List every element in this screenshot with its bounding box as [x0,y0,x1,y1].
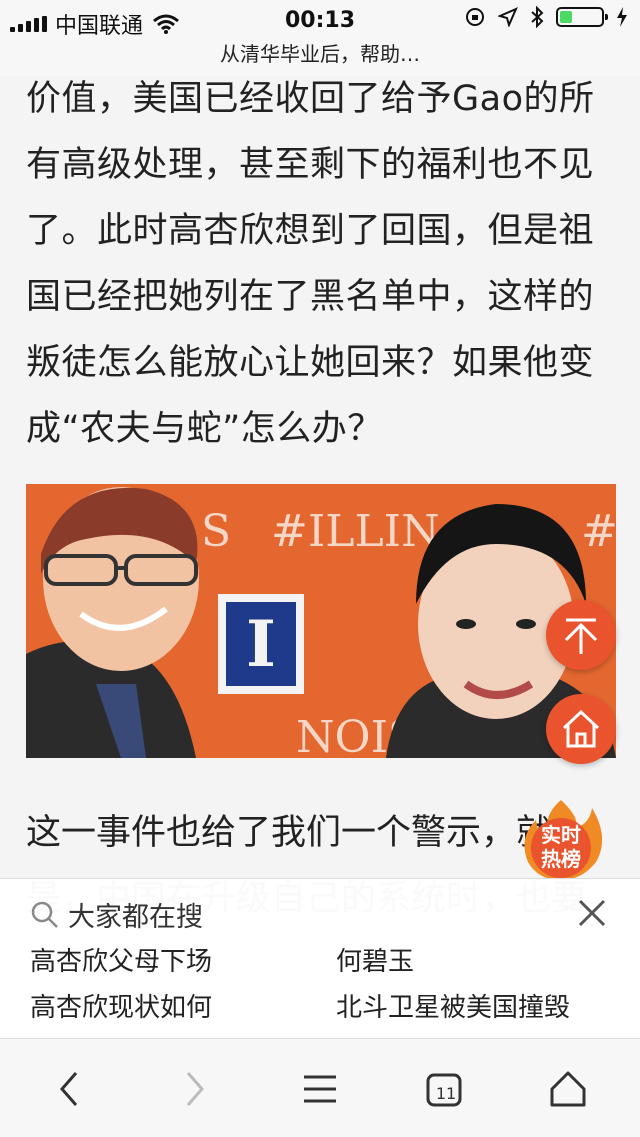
battery-icon [556,7,608,27]
paragraph-line: 叛徒怎么能放心让她回来？如果他变 [26,343,595,383]
paragraph-line: 有高级处理，甚至剩下的福利也不见 [26,145,595,185]
tabs-button[interactable]: 11 [422,1067,466,1111]
search-suggestion[interactable]: 高杏欣父母下场 [30,941,212,978]
location-icon [498,7,518,27]
flame-icon: 实时 热榜 [524,800,603,880]
logo-letter: I [246,607,276,682]
article-body: 价值，美国已经收回了给予Gao的所 有高级处理，甚至剩下的福利也不见 了。此时高… [26,66,616,462]
back-button[interactable] [48,1067,92,1111]
home-button[interactable] [546,694,616,764]
forward-button[interactable] [172,1067,216,1111]
hot-badge-line1: 实时 [541,823,581,847]
paragraph-line: 成“农夫与蛇”怎么办？ [26,409,383,449]
search-suggestion[interactable]: 何碧玉 [336,941,414,978]
photo-illustration: S #ILLIN #I I NOIS [26,484,616,758]
tabs-icon: 11 [426,1073,462,1107]
status-right [464,6,628,28]
home-nav-button[interactable] [546,1067,590,1111]
menu-icon [304,1075,336,1103]
paragraph-line: 了。此时高杏欣想到了回国，但是祖 [26,211,595,251]
paragraph-line: 价值，美国已经收回了给予Gao的所 [26,79,595,119]
home-icon [562,709,600,748]
hot-badge-line2: 热榜 [541,847,581,871]
status-bar: 中国联通 00:13 [0,0,640,40]
battery-level [560,11,572,23]
paragraph-line: 这一事件也给了我们一个警示， [26,813,517,853]
close-button[interactable] [574,895,610,931]
orientation-lock-icon [466,8,484,26]
search-heading[interactable]: 大家都在搜 [30,895,203,934]
search-heading-label: 大家都在搜 [68,902,203,933]
search-icon [31,901,58,928]
banner-text-left: S [201,506,231,557]
realtime-hot-list-badge[interactable]: 实时 热榜 [520,798,603,880]
bluetooth-icon [531,6,544,28]
search-suggestion[interactable]: 北斗卫星被美国撞毁 [336,987,570,1024]
arrow-up-icon [564,618,598,654]
browser-toolbar: 11 [0,1038,640,1137]
tabs-count: 11 [436,1084,456,1103]
article-photo[interactable]: S #ILLIN #I I NOIS [26,484,616,758]
banner-text-right: #I [581,506,616,557]
menu-button[interactable] [298,1067,342,1111]
house-icon [550,1071,586,1107]
close-icon [578,899,606,927]
banner-text-top: #ILLIN [271,506,440,557]
charging-bolt-icon [617,7,627,27]
article-paragraph: 价值，美国已经收回了给予Gao的所 有高级处理，甚至剩下的福利也不见 了。此时高… [26,66,616,462]
chevron-right-icon [186,1072,204,1106]
paragraph-line: 国已经把她列在了黑名单中，这样的 [26,277,595,317]
back-to-top-button[interactable] [546,600,616,670]
trending-search-panel: 大家都在搜 高杏欣父母下场 何碧玉 高杏欣现状如何 北斗卫星被美国撞毁 [0,878,640,1039]
chevron-left-icon [60,1072,78,1106]
search-suggestion[interactable]: 高杏欣现状如何 [30,987,212,1024]
